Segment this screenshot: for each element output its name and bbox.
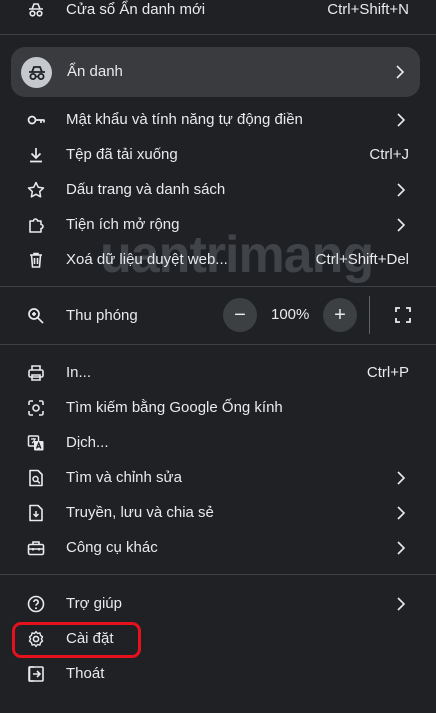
divider [0,34,436,35]
lens-icon [26,398,46,418]
shortcut-label: Ctrl+Shift+N [327,1,409,18]
menu-item-downloads[interactable]: Tệp đã tải xuống Ctrl+J [0,137,436,172]
menu-item-translate[interactable]: Dịch... [0,425,436,460]
shortcut-label: Ctrl+J [369,146,409,163]
incognito-icon [26,0,46,20]
zoom-out-button[interactable]: − [223,298,257,332]
find-in-page-icon [26,468,46,488]
chevron-right-icon [396,596,406,611]
menu-item-label: Thoát [66,665,105,682]
printer-icon [26,363,46,383]
chevron-right-icon [396,470,406,485]
menu-item-find-and-edit[interactable]: Tìm và chỉnh sửa [0,460,436,495]
trash-icon [26,250,46,270]
menu-item-label: Tệp đã tải xuống [66,146,178,163]
fullscreen-button[interactable] [386,300,420,330]
shortcut-label: Ctrl+Shift+Del [315,251,409,268]
menu-item-label: Xoá dữ liệu duyệt web... [66,251,228,268]
menu-item-passwords-autofill[interactable]: Mật khẩu và tính năng tự động điền [0,102,436,137]
menu-item-label: Mật khẩu và tính năng tự động điền [66,111,303,128]
menu-item-label: Tìm kiếm bằng Google Ống kính [66,399,283,416]
download-icon [26,145,46,165]
chevron-right-icon [395,65,405,79]
menu-item-cast-save-share[interactable]: Truyền, lưu và chia sẻ [0,495,436,530]
profile-incognito-button[interactable]: Ẩn danh [11,47,420,97]
profile-label: Ẩn danh [67,63,123,80]
shortcut-label: Ctrl+P [366,364,409,381]
menu-item-extensions[interactable]: Tiện ích mở rộng [0,207,436,242]
divider [0,344,436,345]
menu-item-label: Trợ giúp [66,595,122,612]
menu-item-zoom: Thu phóng [0,298,436,333]
menu-item-label: Dấu trang và danh sách [66,181,226,198]
menu-item-clear-browsing-data[interactable]: Xoá dữ liệu duyệt web... Ctrl+Shift+Del [0,242,436,277]
menu-item-exit[interactable]: Thoát [0,656,436,691]
chevron-right-icon [396,540,406,555]
menu-item-label: Cửa sổ Ẩn danh mới [66,1,206,18]
toolbox-icon [26,538,46,558]
divider [369,296,370,334]
zoom-in-button[interactable]: + [323,298,357,332]
menu-item-label: Công cụ khác [66,539,158,556]
puzzle-icon [26,215,46,235]
chrome-menu: Cửa sổ Ẩn danh mới Ctrl+Shift+N Ẩn danh … [0,0,436,713]
menu-item-label: Tiện ích mở rộng [66,216,180,233]
menu-item-bookmarks[interactable]: Dấu trang và danh sách [0,172,436,207]
chevron-right-icon [396,505,406,520]
chevron-right-icon [396,182,406,197]
star-icon [26,180,46,200]
chevron-right-icon [396,217,406,232]
incognito-avatar-icon [21,57,52,88]
menu-item-label: Tìm và chỉnh sửa [66,469,182,486]
settings-highlight-annotation [12,622,141,658]
file-save-icon [26,503,46,523]
divider [0,286,436,287]
menu-item-more-tools[interactable]: Công cụ khác [0,530,436,565]
divider [0,574,436,575]
menu-item-label: Truyền, lưu và chia sẻ [66,504,214,521]
menu-item-google-lens[interactable]: Tìm kiếm bằng Google Ống kính [0,390,436,425]
zoom-magnifier-icon [26,306,46,326]
zoom-level: 100% [271,306,310,323]
menu-item-label: In... [66,364,92,381]
fullscreen-icon [394,306,412,324]
chevron-right-icon [396,112,406,127]
menu-item-label: Dịch... [66,434,109,451]
menu-item-help[interactable]: Trợ giúp [0,586,436,621]
help-icon [26,594,46,614]
translate-icon [26,433,46,453]
exit-icon [26,664,46,684]
key-icon [26,110,46,130]
menu-item-print[interactable]: In... Ctrl+P [0,355,436,390]
menu-item-new-incognito-window[interactable]: Cửa sổ Ẩn danh mới Ctrl+Shift+N [0,0,436,27]
menu-item-label: Thu phóng [66,307,138,324]
